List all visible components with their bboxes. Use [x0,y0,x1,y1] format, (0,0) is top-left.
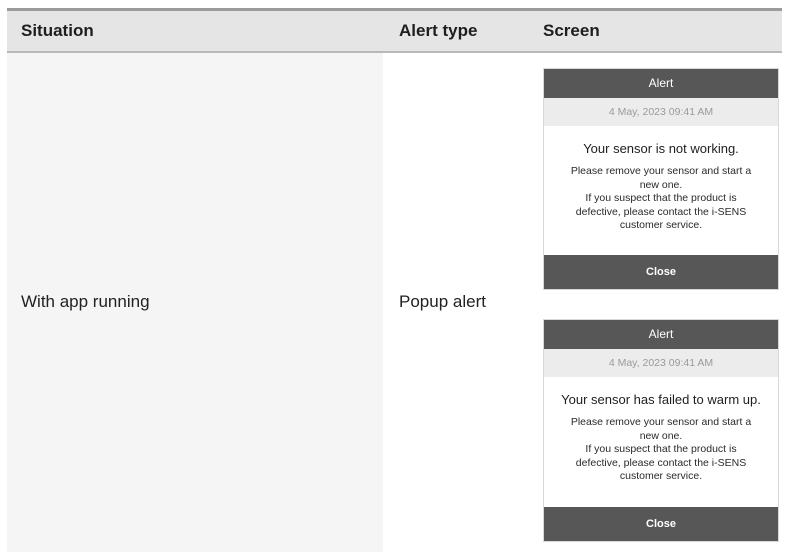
alert-type-value: Popup alert [399,292,486,311]
alert-message: Your sensor has failed to warm up. [561,392,761,407]
alert-detail: Please remove your sensor and start a ne… [570,165,752,231]
alert-message: Your sensor is not working. [583,141,739,156]
header-alert-type: Alert type [399,21,478,40]
header-situation: Situation [21,21,94,40]
popup-alert-sensor-not-working: Alert 4 May, 2023 09:41 AM Your sensor i… [544,69,778,289]
alert-date: 4 May, 2023 09:41 AM [544,98,778,126]
alert-title: Alert [544,69,778,98]
popup-alert-warm-up-failed: Alert 4 May, 2023 09:41 AM Your sensor h… [544,320,778,541]
close-button[interactable]: Close [544,255,778,289]
alert-title: Alert [544,320,778,349]
alert-detail: Please remove your sensor and start a ne… [570,416,752,482]
close-button[interactable]: Close [544,507,778,541]
table-header-row: Situation Alert type Screen [7,11,782,51]
situation-value: With app running [21,292,150,311]
alert-date: 4 May, 2023 09:41 AM [544,349,778,377]
header-screen: Screen [543,21,600,40]
